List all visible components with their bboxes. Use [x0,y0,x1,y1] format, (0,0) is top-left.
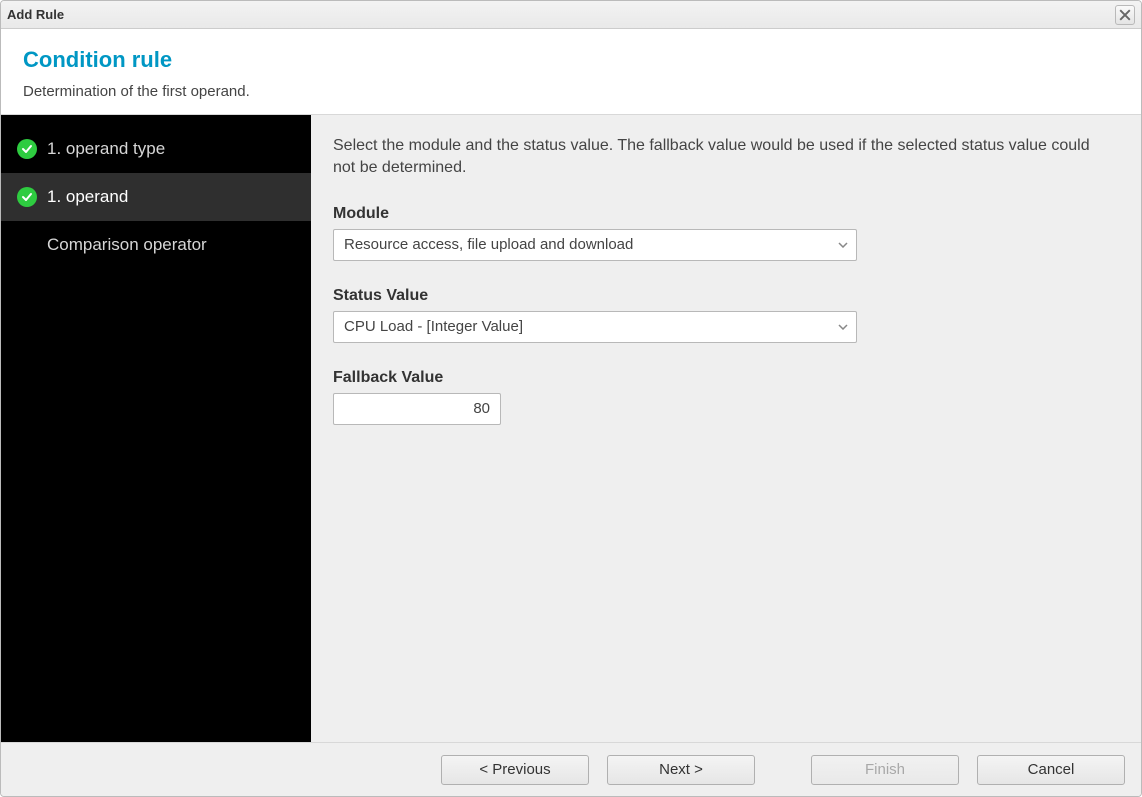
step-operand[interactable]: 1. operand [1,173,311,221]
wizard-title: Condition rule [23,47,1119,73]
status-value: CPU Load - [Integer Value] [344,318,830,335]
wizard-header: Condition rule Determination of the firs… [1,29,1141,115]
module-label: Module [333,205,1119,223]
wizard-steps-sidebar: 1. operand type 1. operand Comparison op… [1,115,311,742]
module-dropdown[interactable]: Resource access, file upload and downloa… [333,229,857,261]
step-comparison-operator[interactable]: Comparison operator [1,221,311,269]
status-value-dropdown[interactable]: CPU Load - [Integer Value] [333,311,857,343]
cancel-button[interactable]: Cancel [977,755,1125,785]
module-field: Module Resource access, file upload and … [333,205,1119,261]
step-operand-type[interactable]: 1. operand type [1,125,311,173]
wizard-body: 1. operand type 1. operand Comparison op… [1,115,1141,742]
close-button[interactable] [1115,5,1135,25]
check-icon [17,187,37,207]
module-value: Resource access, file upload and downloa… [344,236,830,253]
titlebar: Add Rule [1,1,1141,29]
check-icon [17,139,37,159]
chevron-down-icon [830,312,856,342]
window-title: Add Rule [7,7,64,22]
content-intro: Select the module and the status value. … [333,135,1113,180]
wizard-footer: < Previous Next > Finish Cancel [1,742,1141,796]
previous-button[interactable]: < Previous [441,755,589,785]
finish-button: Finish [811,755,959,785]
status-value-field: Status Value CPU Load - [Integer Value] [333,287,1119,343]
chevron-down-icon [830,230,856,260]
wizard-content: Select the module and the status value. … [311,115,1141,742]
close-icon [1119,9,1131,21]
fallback-value-field: Fallback Value [333,369,1119,425]
dialog-window: Add Rule Condition rule Determination of… [0,0,1142,797]
fallback-value-label: Fallback Value [333,369,1119,387]
fallback-value-input[interactable] [333,393,501,425]
next-button[interactable]: Next > [607,755,755,785]
status-value-label: Status Value [333,287,1119,305]
step-label: 1. operand type [47,139,165,159]
wizard-subtitle: Determination of the first operand. [23,83,1119,100]
step-label: Comparison operator [47,235,207,255]
step-label: 1. operand [47,187,128,207]
